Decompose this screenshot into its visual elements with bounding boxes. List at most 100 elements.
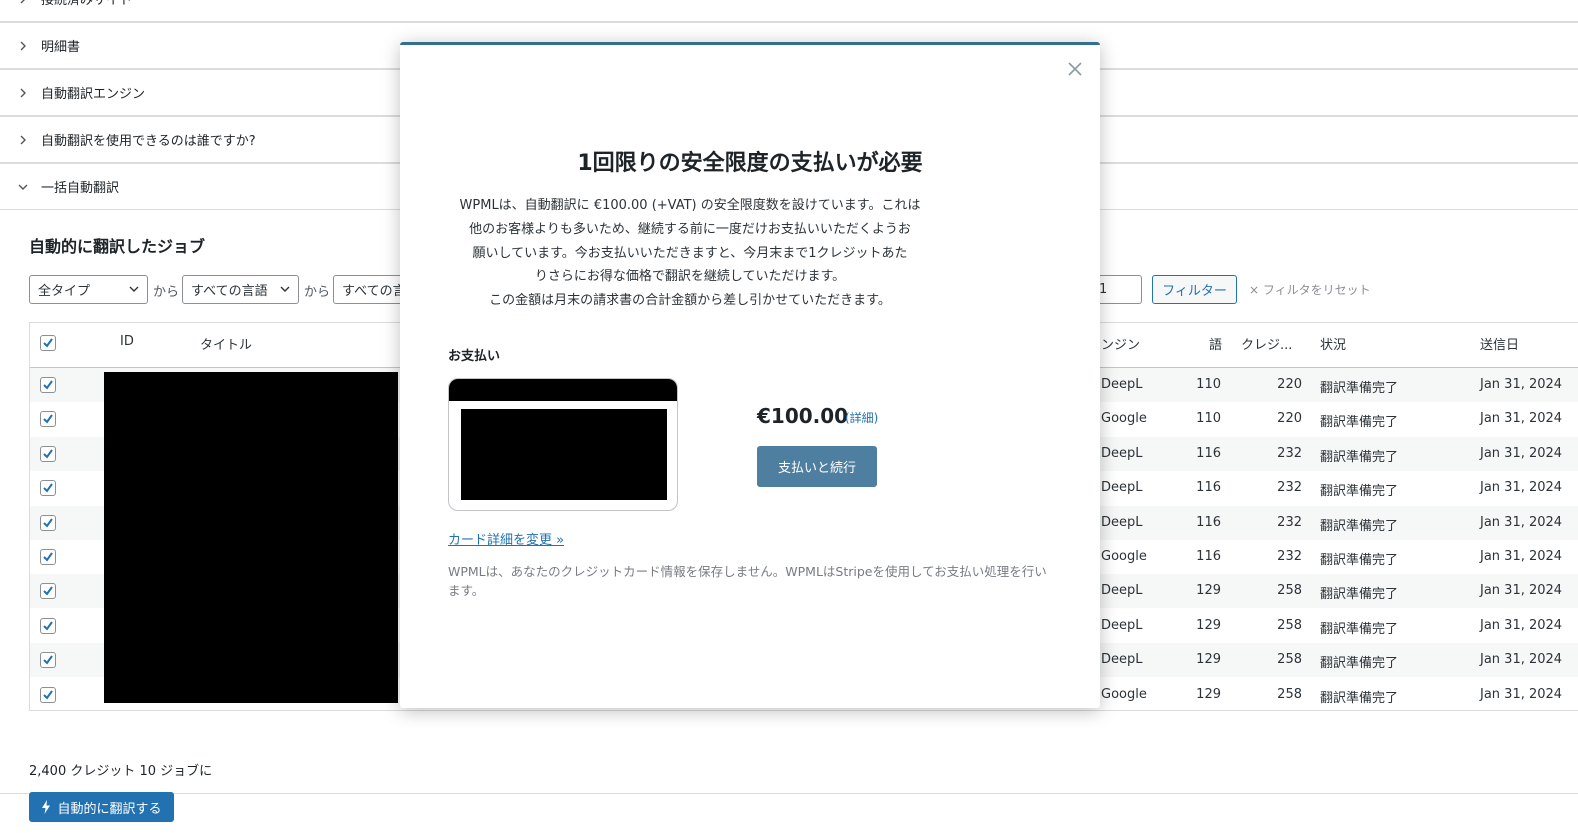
credits-cell: 258 <box>1277 686 1302 702</box>
sent-date-cell: Jan 31, 2024 <box>1480 652 1563 668</box>
engine-cell: DeepL <box>1101 445 1143 461</box>
credits-cell: 232 <box>1277 445 1302 461</box>
details-link[interactable]: (詳細) <box>845 409 878 426</box>
select-all-checkbox[interactable] <box>40 335 56 351</box>
status-cell: 翻訳準備完了 <box>1320 621 1399 637</box>
sent-date-cell: Jan 31, 2024 <box>1480 480 1563 496</box>
credits-cell: 220 <box>1277 377 1302 392</box>
close-icon[interactable] <box>1066 60 1084 78</box>
sent-date-cell: Jan 31, 2024 <box>1480 686 1563 702</box>
credits-cell: 258 <box>1277 583 1302 599</box>
column-status[interactable]: 状況 <box>1320 334 1346 353</box>
description-line: りさらにお得な価格で翻訳を継続していただけます。 <box>534 269 846 285</box>
row-checkbox[interactable] <box>40 377 56 393</box>
status-cell: 翻訳準備完了 <box>1320 656 1399 672</box>
row-checkbox[interactable] <box>40 514 56 531</box>
pay-and-continue-button[interactable]: 支払いと続行 <box>757 446 877 487</box>
engine-cell: DeepL <box>1101 514 1143 530</box>
words-cell: 116 <box>1196 480 1221 496</box>
sent-date-cell: Jan 31, 2024 <box>1480 377 1563 392</box>
source-language-value: すべての言語 <box>191 284 268 299</box>
row-checkbox[interactable] <box>40 583 56 600</box>
chevron-right-icon <box>16 86 30 100</box>
type-select[interactable]: 全タイプ <box>29 275 148 304</box>
status-cell: 翻訳準備完了 <box>1320 415 1399 431</box>
chevron-right-icon <box>16 39 30 53</box>
row-checkbox[interactable] <box>40 411 56 428</box>
card-redacted <box>461 409 667 500</box>
chevron-right-icon <box>16 0 30 6</box>
engine-cell: DeepL <box>1101 377 1143 392</box>
sent-date-cell: Jan 31, 2024 <box>1480 549 1563 564</box>
column-engine[interactable]: ンジン <box>1101 334 1140 353</box>
row-checkbox[interactable] <box>40 686 56 703</box>
filter-button[interactable]: フィルター <box>1152 275 1237 304</box>
row-checkbox[interactable] <box>40 617 56 634</box>
accordion-label: 自動翻訳を使用できるのは誰ですか? <box>41 134 256 149</box>
row-checkbox[interactable] <box>40 549 56 565</box>
sent-date-cell: Jan 31, 2024 <box>1480 617 1563 633</box>
payment-label: お支払い <box>448 349 501 364</box>
row-checkbox[interactable] <box>40 480 56 497</box>
status-cell: 翻訳準備完了 <box>1320 690 1399 706</box>
status-cell: 翻訳準備完了 <box>1320 484 1399 500</box>
words-cell: 129 <box>1196 583 1221 599</box>
description-line: WPMLは、自動翻訳に €100.00 (+VAT) の安全限度数を設けています… <box>459 198 921 213</box>
date-input-value: 1 <box>1099 282 1108 297</box>
sent-date-cell: Jan 31, 2024 <box>1480 583 1563 599</box>
sent-date-cell: Jan 31, 2024 <box>1480 514 1563 530</box>
accordion-label: 接続済みサイト <box>41 0 133 8</box>
status-cell: 翻訳準備完了 <box>1320 381 1399 396</box>
credits-cell: 232 <box>1277 480 1302 496</box>
description-line: この金額は月末の請求書の合計金額から差し引かせていただきます。 <box>489 293 891 309</box>
from-label: から <box>153 285 180 300</box>
change-card-link[interactable]: カード詳細を変更 » <box>448 529 564 548</box>
credits-cell: 258 <box>1277 652 1302 668</box>
card-strip <box>449 379 677 401</box>
words-cell: 129 <box>1196 686 1221 702</box>
accordion-label: 明細書 <box>41 40 81 55</box>
row-checkbox[interactable] <box>40 445 56 462</box>
column-title[interactable]: タイトル <box>200 334 252 353</box>
reset-filters-link[interactable]: × フィルタをリセット <box>1249 281 1371 298</box>
status-cell: 翻訳準備完了 <box>1320 587 1399 603</box>
column-credits[interactable]: クレジ... <box>1241 334 1292 353</box>
accordion-label: 一括自動翻訳 <box>41 181 120 196</box>
words-cell: 129 <box>1196 652 1221 668</box>
words-cell: 110 <box>1196 411 1221 427</box>
engine-cell: Google <box>1101 411 1147 427</box>
description-line: 願いしています。今お支払いいただきますと、今月末まで1クレジットあた <box>472 245 908 261</box>
auto-translate-label: 自動的に翻訳する <box>57 801 162 817</box>
engine-cell: DeepL <box>1101 617 1143 633</box>
status-cell: 翻訳準備完了 <box>1320 518 1399 534</box>
status-cell: 翻訳準備完了 <box>1320 553 1399 568</box>
lightning-icon <box>42 800 51 814</box>
type-select-value: 全タイプ <box>38 284 91 299</box>
engine-cell: Google <box>1101 686 1147 702</box>
engine-cell: DeepL <box>1101 480 1143 496</box>
column-id[interactable]: ID <box>120 334 134 349</box>
credits-cell: 232 <box>1277 514 1302 530</box>
chevron-right-icon <box>16 133 30 147</box>
modal-description: WPMLは、自動翻訳に €100.00 (+VAT) の安全限度数を設けています… <box>440 194 940 313</box>
auto-translate-button[interactable]: 自動的に翻訳する <box>29 792 174 822</box>
payment-modal: 1回限りの安全限度の支払いが必要 WPMLは、自動翻訳に €100.00 (+V… <box>400 42 1100 708</box>
card-preview <box>448 378 678 511</box>
source-language-select[interactable]: すべての言語 <box>182 275 299 304</box>
row-checkbox[interactable] <box>40 652 56 669</box>
from-label: から <box>304 285 331 300</box>
credits-cell: 232 <box>1277 549 1302 564</box>
words-cell: 116 <box>1196 549 1221 564</box>
modal-title: 1回限りの安全限度の支払いが必要 <box>577 151 923 176</box>
accordion-connected-sites[interactable]: 接続済みサイト <box>0 0 1578 23</box>
column-sent-date[interactable]: 送信日 <box>1480 334 1519 353</box>
words-cell: 116 <box>1196 514 1221 530</box>
credits-summary: 2,400 クレジット 10 ジョブに <box>29 764 213 779</box>
chevron-down-icon <box>280 286 290 292</box>
description-line: 他のお客様よりも多いため、継続する前に一度だけお支払いいただくようお <box>469 221 911 237</box>
sent-date-cell: Jan 31, 2024 <box>1480 411 1563 427</box>
column-words[interactable]: 語 <box>1209 334 1222 353</box>
credits-cell: 220 <box>1277 411 1302 427</box>
accordion-label: 自動翻訳エンジン <box>41 87 146 102</box>
words-cell: 129 <box>1196 617 1221 633</box>
